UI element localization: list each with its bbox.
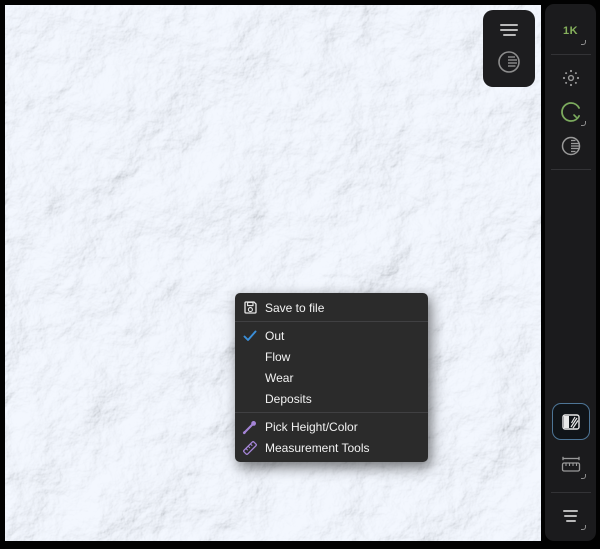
menu-item-flow[interactable]: Flow xyxy=(235,346,428,367)
menu-item-wear[interactable]: Wear xyxy=(235,367,428,388)
sidebar-separator xyxy=(550,54,591,55)
hamburger-icon[interactable] xyxy=(500,24,518,36)
contrast-button[interactable] xyxy=(552,129,590,163)
measure-ruler-icon xyxy=(235,440,265,456)
menu-item-label: Wear xyxy=(265,370,294,385)
sun-icon xyxy=(562,69,579,87)
sun-brightness-button[interactable] xyxy=(552,61,590,95)
menu-item-label: Out xyxy=(265,328,285,343)
expand-corner-icon xyxy=(580,40,586,45)
ruler-icon xyxy=(561,456,580,472)
save-icon xyxy=(235,300,265,315)
expand-corner-icon xyxy=(580,525,586,530)
menu-lines-icon xyxy=(563,510,578,522)
material-preview-icon xyxy=(561,413,580,430)
app-window: 1K Save to file Out Flow Wear Deposits P… xyxy=(0,0,600,549)
resolution-label: 1K xyxy=(562,25,579,37)
resolution-button[interactable]: 1K xyxy=(552,14,590,48)
sidebar-menu-button[interactable] xyxy=(552,499,590,533)
menu-item-save-to-file[interactable]: Save to file xyxy=(235,297,428,318)
material-preview-button[interactable] xyxy=(551,403,590,440)
light-ring-icon xyxy=(560,102,581,122)
menu-item-label: Deposits xyxy=(265,391,312,406)
menu-item-label: Measurement Tools xyxy=(265,440,370,455)
menu-item-label: Save to file xyxy=(265,300,325,315)
eyedropper-icon xyxy=(235,419,265,435)
menu-separator xyxy=(235,321,428,322)
menu-item-deposits[interactable]: Deposits xyxy=(235,388,428,409)
menu-item-pick-height-color[interactable]: Pick Height/Color xyxy=(235,416,428,437)
right-sidebar: 1K xyxy=(545,4,596,541)
sidebar-separator xyxy=(550,169,591,170)
expand-corner-icon xyxy=(580,121,586,126)
measure-button[interactable] xyxy=(552,448,590,482)
light-direction-button[interactable] xyxy=(552,95,590,129)
expand-corner-icon xyxy=(580,474,586,479)
menu-separator xyxy=(235,412,428,413)
sidebar-separator xyxy=(550,492,591,493)
context-menu: Save to file Out Flow Wear Deposits Pick… xyxy=(235,293,428,462)
contrast-icon xyxy=(561,136,580,156)
menu-item-out[interactable]: Out xyxy=(235,325,428,346)
shaded-sphere-icon[interactable] xyxy=(496,49,522,75)
menu-item-measurement-tools[interactable]: Measurement Tools xyxy=(235,437,428,458)
viewport-toolbar xyxy=(483,10,535,87)
menu-item-label: Pick Height/Color xyxy=(265,419,358,434)
menu-item-label: Flow xyxy=(265,349,291,364)
check-icon xyxy=(235,330,265,342)
